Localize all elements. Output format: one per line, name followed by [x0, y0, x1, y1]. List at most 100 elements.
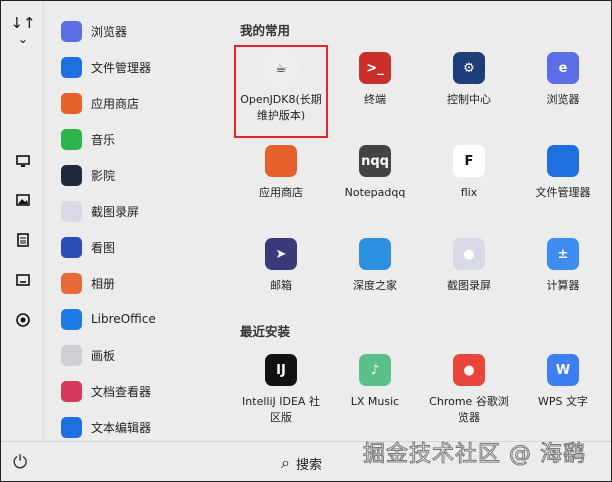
app-icon — [61, 92, 82, 114]
app-icon — [61, 416, 82, 438]
document-icon[interactable] — [13, 230, 33, 250]
app-icon — [61, 344, 82, 366]
app-tile[interactable]: ● 截图录屏 — [422, 231, 516, 324]
app-label: 应用商店 — [91, 96, 140, 111]
chevron-down-icon[interactable]: ⌄ — [13, 29, 33, 49]
app-label: 浏览器 — [91, 24, 128, 39]
app-icon: nqq — [359, 145, 391, 177]
app-list-item[interactable]: 音乐 — [45, 121, 231, 157]
app-icon: ☕ — [265, 52, 297, 84]
app-list-item[interactable]: LibreOffice — [45, 301, 231, 337]
search-label: 搜索 — [295, 457, 322, 473]
app-tile[interactable]: IJ IntelliJ IDEA 社区版 — [234, 347, 328, 440]
app-tile[interactable]: ± 计算器 — [516, 231, 610, 324]
app-list-item[interactable]: 画板 — [45, 337, 231, 373]
app-tile[interactable]: >_ 终端 — [328, 45, 422, 138]
app-list-item[interactable]: 文档查看器 — [45, 373, 231, 409]
app-label: 截图录屏 — [91, 204, 140, 219]
recent-grid: IJ IntelliJ IDEA 社区版 ♪ LX Music ● Chrome 谷歌浏览… — [234, 347, 610, 440]
app-label: Chrome 谷歌浏览器 — [429, 395, 509, 424]
app-icon: IJ — [265, 354, 297, 386]
app-tile[interactable]: 文件管理器 — [516, 138, 610, 231]
app-icon: ± — [547, 238, 579, 270]
app-tile[interactable]: nqq Notepadqq — [328, 138, 422, 231]
app-tile[interactable]: e 浏览器 — [516, 45, 610, 138]
app-tile[interactable]: ➤ 邮箱 — [234, 231, 328, 324]
app-label: 截图录屏 — [447, 279, 491, 292]
app-icon — [359, 238, 391, 270]
app-tile[interactable]: ♪ LX Music — [328, 347, 422, 440]
app-tile[interactable]: W WPS 文字 — [516, 347, 610, 440]
app-label: WPS 文字 — [538, 395, 588, 408]
settings-icon[interactable] — [13, 310, 33, 330]
app-icon — [61, 236, 82, 258]
app-label: 看图 — [91, 240, 116, 255]
app-icon: ♪ — [359, 354, 391, 386]
app-icon — [61, 308, 82, 330]
app-label: LX Music — [350, 395, 400, 408]
app-label: 浏览器 — [546, 93, 580, 106]
app-label: 相册 — [91, 276, 116, 291]
app-tile[interactable]: ☕ OpenJDK8(长期维护版本) — [234, 45, 328, 138]
app-icon — [61, 200, 82, 222]
app-label: 计算器 — [546, 279, 580, 292]
search-icon: ⌕ — [281, 453, 290, 472]
terminal-icon[interactable] — [13, 270, 33, 290]
app-icon: ⚙ — [453, 52, 485, 84]
favorites-grid: ☕ OpenJDK8(长期维护版本) >_ 终端 ⚙ 控制中心 e 浏览器应用商店 nqq Not… — [234, 45, 610, 324]
app-label: 应用商店 — [259, 186, 303, 199]
app-icon — [61, 56, 82, 78]
app-icon: ● — [453, 238, 485, 270]
launcher-window: ↓↑ ⌄ 浏览器 文件管理器 应用商店 音乐 影院 截图录屏 看图 相册 LibreOffice… — [0, 0, 612, 482]
main-panel: 我的常用 ☕ OpenJDK8(长期维护版本) >_ 终端 ⚙ 控制中心 e 浏览器 应用商店 n… — [231, 1, 612, 441]
app-tile[interactable]: ⚙ 控制中心 — [422, 45, 516, 138]
app-tile[interactable]: 应用商店 — [234, 138, 328, 231]
app-list-item[interactable]: 相册 — [45, 265, 231, 301]
app-label: 影院 — [91, 168, 116, 183]
app-label: 画板 — [91, 348, 116, 363]
app-tile[interactable]: Fflix — [422, 138, 516, 231]
app-label: IntelliJ IDEA 社区版 — [242, 395, 320, 424]
app-label: LibreOffice — [91, 312, 156, 326]
app-list-item[interactable]: 应用商店 — [45, 85, 231, 121]
app-label: 控制中心 — [447, 93, 491, 106]
app-list-item[interactable]: 浏览器 — [45, 13, 231, 49]
app-label: 文件管理器 — [91, 60, 152, 75]
all-apps-list: 浏览器文件管理器应用商店音乐影院截图录屏看图相册 LibreOffice 画板文档查… — [45, 13, 231, 445]
app-label: 终端 — [364, 93, 386, 106]
app-list-item[interactable]: 文件管理器 — [45, 49, 231, 85]
app-tile[interactable]: ● Chrome 谷歌浏览器 — [422, 347, 516, 440]
category-rail: ↓↑ ⌄ — [1, 1, 44, 441]
app-icon — [61, 20, 82, 42]
power-icon[interactable]: ⏻ — [13, 452, 27, 473]
app-label: Notepadqq — [344, 186, 406, 199]
app-icon — [61, 380, 82, 402]
app-icon — [61, 164, 82, 186]
app-label: 文本编辑器 — [91, 420, 152, 435]
recent-heading: 最近安装 — [240, 324, 291, 339]
app-tile[interactable]: 深度之家 — [328, 231, 422, 324]
app-icon: ● — [453, 354, 485, 386]
app-label: 邮箱 — [270, 279, 292, 292]
app-icon — [61, 128, 82, 150]
app-list-item[interactable]: 文本编辑器 — [45, 409, 231, 445]
app-list-item[interactable]: 看图 — [45, 229, 231, 265]
app-icon: W — [547, 354, 579, 386]
app-icon — [61, 272, 82, 294]
app-icon: e — [547, 52, 579, 84]
watermark: 掘金技术社区 @ 海鹞 — [363, 442, 586, 468]
app-label: 音乐 — [91, 132, 116, 147]
app-label: 文档查看器 — [91, 384, 152, 399]
app-label: flix — [460, 186, 478, 199]
desktop-icon[interactable] — [13, 151, 33, 171]
app-list-item[interactable]: 影院 — [45, 157, 231, 193]
app-icon — [265, 145, 297, 177]
app-icon: F — [453, 145, 485, 177]
app-label: OpenJDK8(长期维护版本) — [240, 93, 322, 122]
app-icon: ➤ — [265, 238, 297, 270]
app-label: 深度之家 — [353, 279, 397, 292]
app-label: 文件管理器 — [535, 186, 591, 199]
search-button[interactable]: ⌕ 搜索 — [281, 453, 322, 473]
picture-icon[interactable] — [13, 190, 33, 210]
app-list-item[interactable]: 截图录屏 — [45, 193, 231, 229]
